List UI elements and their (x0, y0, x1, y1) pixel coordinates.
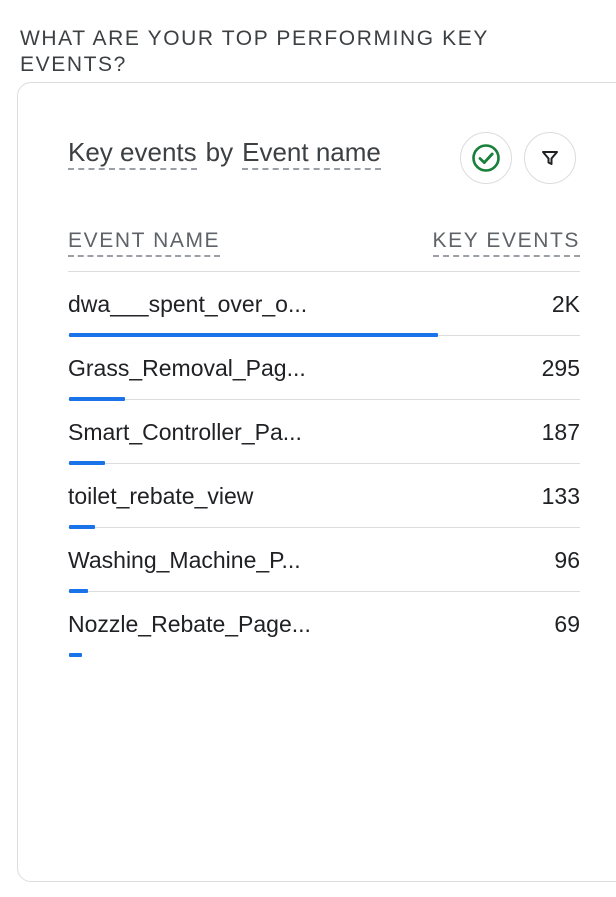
check-circle-icon (472, 144, 500, 172)
key-events-value: 187 (541, 419, 580, 445)
key-events-table: EVENT NAME KEY EVENTS dwa___spent_over_o… (68, 223, 580, 657)
value-bar (69, 653, 82, 657)
table-row[interactable]: Grass_Removal_Pag... 295 (68, 336, 580, 401)
event-name: Washing_Machine_P... (68, 547, 301, 573)
section-heading: WHAT ARE YOUR TOP PERFORMING KEY EVENTS? (20, 27, 489, 76)
column-header-key-events[interactable]: KEY EVENTS (432, 227, 580, 257)
table-row[interactable]: dwa___spent_over_o... 2K (68, 272, 580, 337)
table-header: EVENT NAME KEY EVENTS (68, 223, 580, 272)
dimension-selector[interactable]: Event name (242, 137, 381, 170)
table-row[interactable]: Smart_Controller_Pa... 187 (68, 400, 580, 465)
event-name: Grass_Removal_Pag... (68, 355, 306, 381)
filter-button[interactable] (524, 132, 576, 184)
table-row[interactable]: toilet_rebate_view 133 (68, 464, 580, 529)
table-body: dwa___spent_over_o... 2K Grass_Removal_P… (68, 272, 580, 657)
event-name: Nozzle_Rebate_Page... (68, 611, 311, 637)
table-row[interactable]: Washing_Machine_P... 96 (68, 528, 580, 593)
filter-icon (542, 151, 558, 165)
metric-selector[interactable]: Key events (68, 137, 197, 170)
key-events-value: 96 (554, 547, 580, 573)
event-name: Smart_Controller_Pa... (68, 419, 302, 445)
key-events-card: Key events by Event name EVENT NAME KEY EV… (17, 82, 616, 882)
event-name: toilet_rebate_view (68, 483, 254, 509)
table-row[interactable]: Nozzle_Rebate_Page... 69 (68, 592, 580, 657)
card-title: Key events by Event name (68, 135, 381, 170)
check-button[interactable] (460, 132, 512, 184)
title-by: by (205, 137, 234, 167)
column-header-event-name[interactable]: EVENT NAME (68, 227, 221, 257)
event-name: dwa___spent_over_o... (68, 291, 308, 317)
key-events-value: 295 (541, 355, 580, 381)
key-events-value: 69 (554, 611, 580, 637)
key-events-value: 2K (551, 291, 580, 317)
key-events-value: 133 (541, 483, 580, 509)
